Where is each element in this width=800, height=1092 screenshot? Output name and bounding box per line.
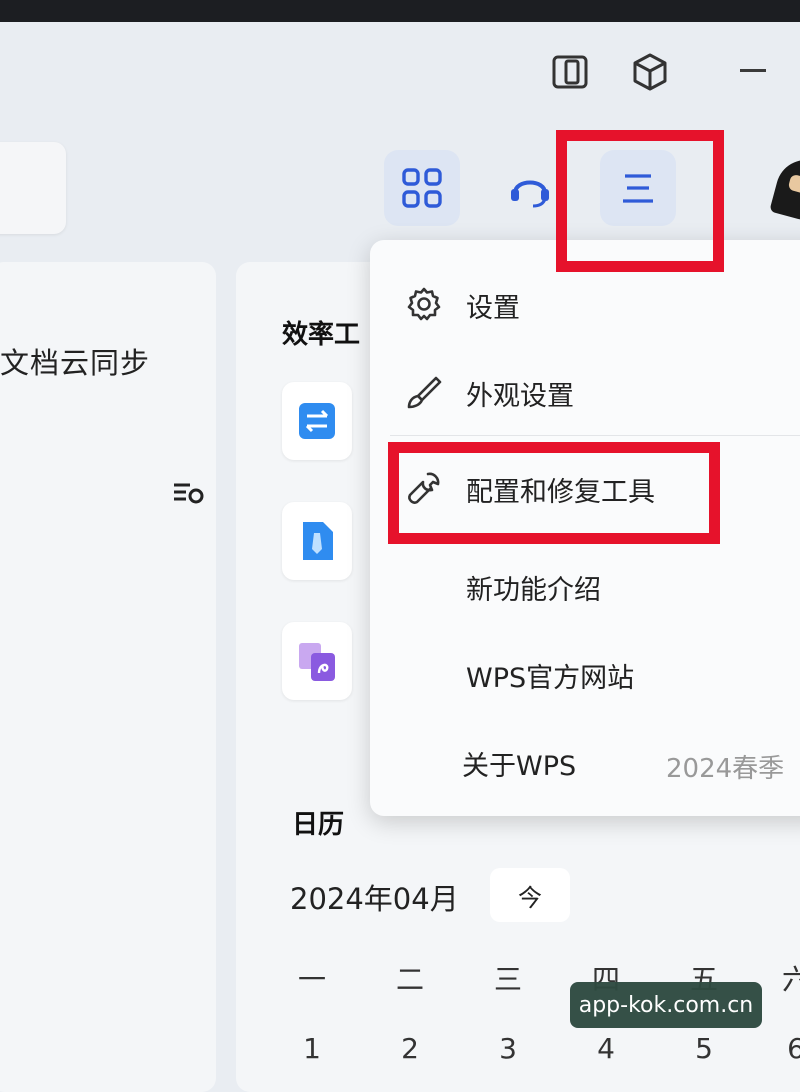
menu-item-label: 关于WPS xyxy=(462,751,577,782)
cloud-sync-text: 文档云同步 xyxy=(0,346,151,380)
cube-icon[interactable] xyxy=(628,50,672,94)
menu-item-about[interactable]: 关于WPS 2024春季 xyxy=(370,730,800,790)
document-icon xyxy=(303,522,333,560)
menu-divider xyxy=(390,435,800,436)
today-button[interactable]: 今 xyxy=(490,868,570,922)
menu-item-official-site[interactable]: WPS官方网站 xyxy=(370,642,800,702)
calendar-day[interactable]: 5 xyxy=(684,1032,724,1065)
pdf-convert-icon xyxy=(299,643,335,681)
doc-tool-tile[interactable] xyxy=(282,502,352,580)
menu-item-label: WPS官方网站 xyxy=(466,663,635,694)
calendar-title: 日历 xyxy=(292,810,345,840)
user-avatar[interactable] xyxy=(769,153,800,227)
menu-item-label: 设置 xyxy=(466,293,520,324)
highlight-box-menu-button xyxy=(556,130,724,272)
filter-settings-icon[interactable] xyxy=(172,478,206,506)
calendar-day[interactable]: 4 xyxy=(586,1032,626,1065)
screen-top-bezel xyxy=(0,0,800,22)
minimize-button[interactable] xyxy=(740,69,766,72)
weekday-label: 二 xyxy=(395,963,424,996)
menu-item-whats-new[interactable]: 新功能介绍 xyxy=(370,554,800,614)
weekday-label: 一 xyxy=(297,963,326,996)
grid-icon xyxy=(402,168,442,208)
gear-icon xyxy=(406,286,442,322)
apps-button[interactable] xyxy=(384,150,460,226)
calendar-day[interactable]: 6 xyxy=(776,1032,800,1065)
weekday-label: 三 xyxy=(493,963,522,996)
convert-icon xyxy=(299,403,335,439)
calendar-day[interactable]: 3 xyxy=(488,1032,528,1065)
highlight-box-repair-tool xyxy=(388,442,720,544)
weekday-label: 六 xyxy=(781,963,800,996)
headset-icon xyxy=(511,180,549,208)
convert-tool-tile[interactable] xyxy=(282,382,352,460)
menu-item-settings[interactable]: 设置 xyxy=(370,272,800,332)
brush-icon xyxy=(406,374,442,410)
efficiency-tools-title: 效率工 xyxy=(282,320,361,350)
menu-item-label: 外观设置 xyxy=(466,381,574,412)
calendar-month: 2024年04月 xyxy=(290,882,459,916)
watermark: app-kok.com.cn xyxy=(570,982,762,1028)
menu-item-appearance[interactable]: 外观设置 xyxy=(370,360,800,420)
calendar-day[interactable]: 1 xyxy=(292,1032,332,1065)
phone-icon[interactable] xyxy=(548,50,592,94)
pdf-tool-tile[interactable] xyxy=(282,622,352,700)
calendar-day[interactable]: 2 xyxy=(390,1032,430,1065)
menu-item-label: 新功能介绍 xyxy=(466,575,601,606)
left-panel xyxy=(0,262,216,1092)
version-label: 2024春季 xyxy=(666,754,785,784)
search-box[interactable] xyxy=(0,142,66,234)
